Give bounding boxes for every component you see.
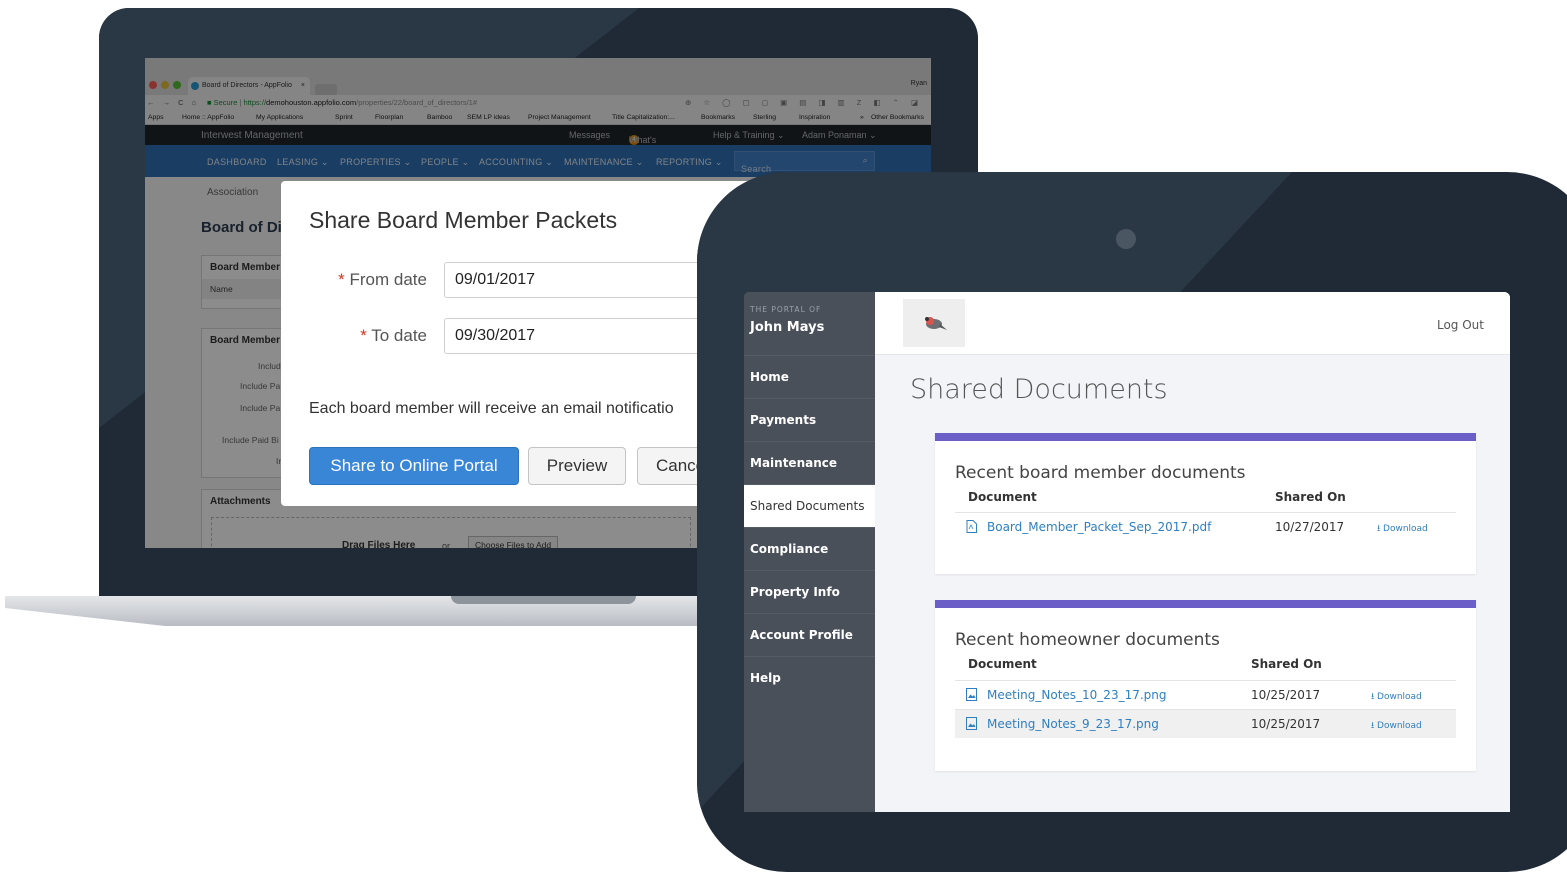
download-button[interactable]: ⭳ Download [1371,718,1422,734]
sidebar-item-payments[interactable]: Payments [744,398,875,441]
required-mark: * [360,326,367,345]
document-column-header: Document [968,490,1037,504]
tablet-screen: THE PORTAL OF John Mays Home Payments Ma… [744,292,1510,812]
download-button[interactable]: ⭳ Download [1377,521,1428,537]
tablet-camera [1116,229,1136,249]
sidebar-item-home[interactable]: Home [744,355,875,398]
portal-header: Log Out [875,292,1510,355]
card-accent-bar [935,600,1476,608]
portal-owner-name: John Mays [750,320,825,335]
to-date-label-text: To date [371,326,427,345]
shared-on-column-header: Shared On [1275,490,1346,504]
image-file-icon [966,688,977,701]
document-link[interactable]: Board_Member_Packet_Sep_2017.pdf [987,520,1211,534]
laptop-notch [451,596,636,604]
document-link[interactable]: Meeting_Notes_9_23_17.png [987,717,1159,731]
from-date-label-text: From date [349,270,427,289]
preview-button[interactable]: Preview [528,447,626,485]
image-file-icon [966,717,977,730]
shared-date: 10/25/2017 [1251,717,1321,731]
sidebar-item-maintenance[interactable]: Maintenance [744,441,875,484]
hoa-logo [903,299,965,347]
notification-message: Each board member will receive an email … [309,400,674,417]
required-mark: * [338,270,345,289]
card-title: Recent homeowner documents [955,630,1220,650]
page-title: Shared Documents [910,374,1168,405]
sidebar-item-compliance[interactable]: Compliance [744,527,875,570]
download-label: Download [1383,524,1428,534]
portal-brand: THE PORTAL OF John Mays [744,292,875,355]
document-link[interactable]: Meeting_Notes_10_23_17.png [987,688,1167,702]
sidebar-item-help[interactable]: Help [744,656,875,699]
table-row[interactable]: Meeting_Notes_10_23_17.png 10/25/2017 ⭳ … [955,680,1456,709]
sidebar-item-shared-documents[interactable]: Shared Documents [744,484,875,527]
table-row[interactable]: Meeting_Notes_9_23_17.png 10/25/2017 ⭳ D… [955,709,1456,738]
board-documents-card: Recent board member documents Document S… [935,433,1476,574]
download-label: Download [1377,692,1422,702]
download-label: Download [1377,721,1422,731]
download-button[interactable]: ⭳ Download [1371,689,1422,705]
to-date-label: * To date [307,326,427,346]
modal-title: Share Board Member Packets [309,207,618,233]
shared-on-column-header: Shared On [1251,657,1322,671]
portal-sidebar: THE PORTAL OF John Mays Home Payments Ma… [744,292,875,812]
pdf-icon [966,520,977,533]
bird-logo-icon [925,317,947,330]
card-accent-bar [935,433,1476,441]
shared-date: 10/27/2017 [1275,520,1345,534]
portal-of-label: THE PORTAL OF [750,305,822,314]
card-title: Recent board member documents [955,463,1246,483]
homeowner-documents-card: Recent homeowner documents Document Shar… [935,600,1476,771]
portal-main: Log Out Shared Documents Recent board me… [875,292,1510,812]
document-column-header: Document [968,657,1037,671]
shared-date: 10/25/2017 [1251,688,1321,702]
sidebar-item-account-profile[interactable]: Account Profile [744,613,875,656]
sidebar-item-property-info[interactable]: Property Info [744,570,875,613]
from-date-label: * From date [307,270,427,290]
logout-link[interactable]: Log Out [1437,318,1484,332]
share-to-portal-button[interactable]: Share to Online Portal [309,447,519,485]
table-row[interactable]: Board_Member_Packet_Sep_2017.pdf 10/27/2… [955,512,1456,541]
